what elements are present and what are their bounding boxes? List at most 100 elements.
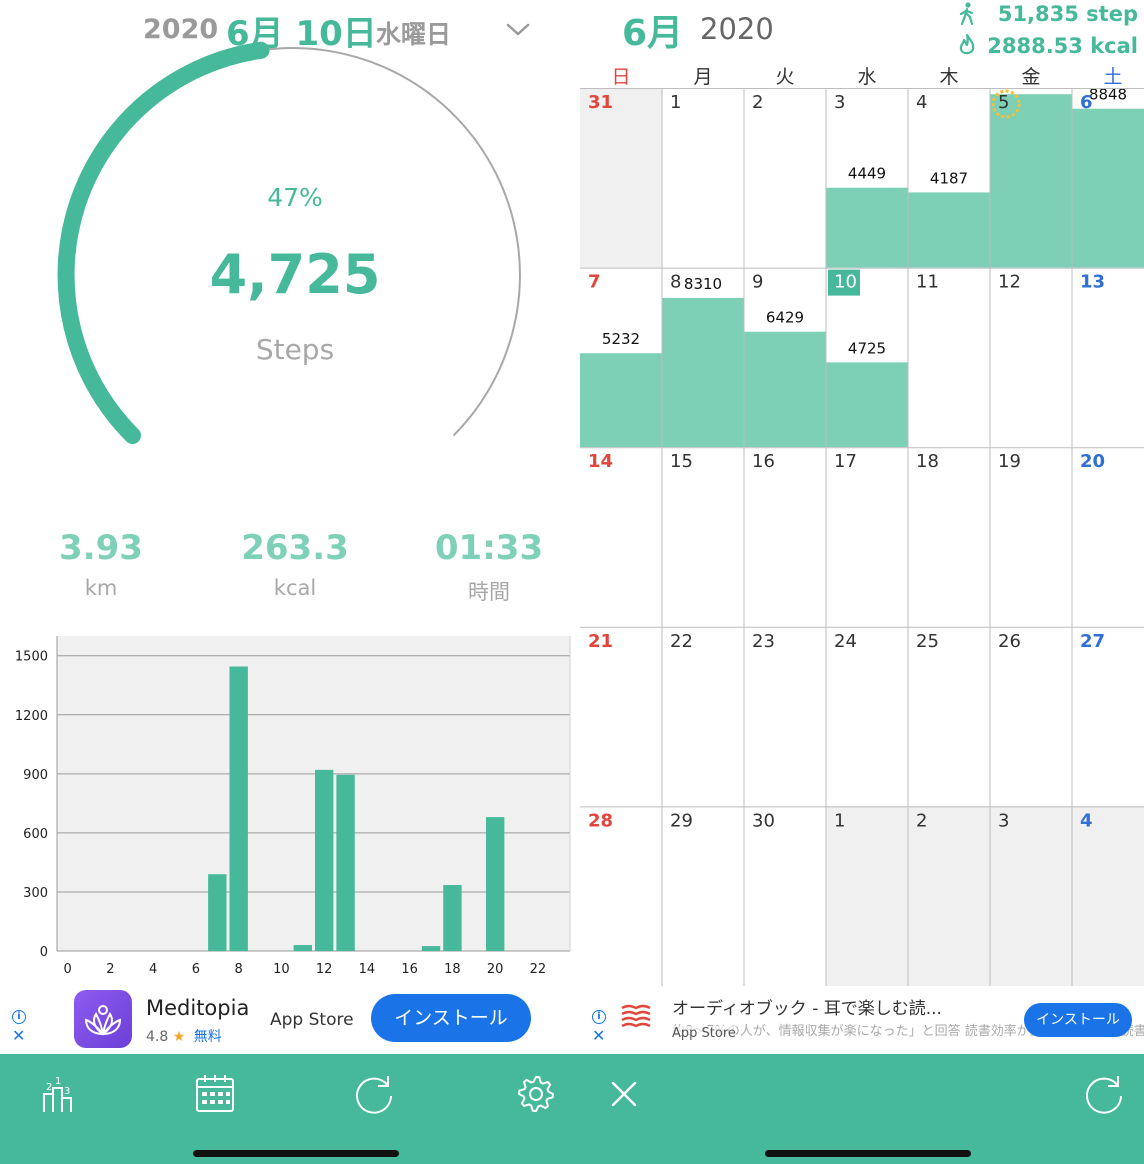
duration-unit: 時間: [468, 580, 510, 604]
star-icon: ★: [172, 1029, 186, 1045]
day-number: 29: [670, 810, 693, 831]
x-tick-label: 16: [401, 962, 418, 977]
calendar-day-cell[interactable]: [1072, 447, 1144, 627]
calendar-day-cell[interactable]: [826, 447, 908, 627]
day-step-count: 4725: [848, 339, 886, 357]
y-tick-label: 600: [23, 827, 48, 842]
day-number: 16: [752, 451, 775, 472]
progress-percent: 47%: [267, 183, 323, 212]
ad-banner-audiobook[interactable]: i ✕ オーディオブック - 耳で楽しむ読... 約8〜7%の人が、情報収集が楽…: [580, 990, 1144, 1054]
day-number: 24: [834, 631, 857, 652]
audiobook-app-icon[interactable]: [620, 1002, 652, 1034]
day-number: 7: [588, 272, 601, 293]
calendar-month: 6月: [622, 13, 684, 54]
x-tick-label: 12: [316, 962, 333, 977]
calendar-day-cell[interactable]: [908, 626, 990, 807]
close-icon[interactable]: [602, 1072, 646, 1116]
day-step-count: 4187: [930, 169, 968, 187]
duration-stat: 01:33 時間: [389, 528, 580, 606]
ad-info-icon[interactable]: i: [12, 1010, 26, 1024]
meditopia-app-icon[interactable]: [74, 990, 132, 1048]
day-number: 31: [588, 92, 613, 113]
day-number: 28: [588, 810, 613, 831]
calendar-grid[interactable]: 3112444934187496555884865232783108642994…: [580, 88, 1144, 986]
ad-close-icon[interactable]: ✕: [592, 1028, 605, 1044]
weekday-tue: 火: [775, 66, 795, 88]
ad-install-button[interactable]: インストール: [371, 994, 531, 1042]
calendar-day-cell[interactable]: [990, 447, 1072, 627]
calendar-day-cell[interactable]: [744, 447, 826, 627]
x-tick-label: 0: [64, 962, 72, 977]
ranking-icon[interactable]: 2 1 3: [36, 1072, 80, 1116]
refresh-icon[interactable]: [1082, 1072, 1126, 1116]
ad-info-icon[interactable]: i: [592, 1010, 606, 1024]
ad-close-icon[interactable]: ✕: [12, 1028, 25, 1044]
calendar-day-cell[interactable]: [662, 88, 744, 268]
ad-title[interactable]: オーディオブック - 耳で楽しむ読...: [672, 994, 942, 1019]
calendar-day-cell[interactable]: [826, 626, 908, 807]
calendar-day-cell[interactable]: [662, 806, 744, 986]
calendar-day-cell[interactable]: [580, 626, 662, 807]
calendar-day-cell[interactable]: [580, 806, 662, 986]
y-tick-label: 900: [23, 768, 48, 783]
day-number: 4: [1080, 810, 1093, 831]
gear-icon[interactable]: [514, 1072, 558, 1116]
calendar-icon[interactable]: [193, 1072, 237, 1116]
day-step-count: 6429: [766, 309, 804, 327]
y-tick-label: 1200: [15, 709, 48, 724]
calendar-toolbar: [580, 1054, 1144, 1164]
home-indicator[interactable]: [765, 1150, 971, 1157]
day-number: 8: [670, 272, 681, 293]
x-tick-label: 14: [359, 962, 376, 977]
calendar-day-cell[interactable]: [908, 806, 990, 986]
day-step-bar: [908, 192, 990, 268]
day-number: 6: [1080, 92, 1093, 113]
home-indicator[interactable]: [193, 1150, 399, 1157]
calendar-day-cell[interactable]: [1072, 267, 1144, 448]
step-count: 4,725: [209, 243, 381, 306]
calendar-day-cell[interactable]: [662, 447, 744, 627]
calendar-day-cell[interactable]: [744, 88, 826, 268]
ad-app-name[interactable]: Meditopia: [146, 996, 249, 1020]
svg-text:2: 2: [46, 1082, 52, 1093]
x-tick-label: 10: [273, 962, 290, 977]
calendar-day-cell[interactable]: [580, 88, 662, 268]
day-number: 3: [998, 810, 1009, 831]
day-step-count: 4449: [848, 165, 886, 183]
calendar-day-cell[interactable]: [826, 806, 908, 986]
calendar-day-cell[interactable]: [990, 267, 1072, 448]
weekday-sat: 土: [1103, 66, 1123, 88]
y-tick-label: 1500: [15, 650, 48, 665]
calendar-day-cell[interactable]: [744, 626, 826, 807]
calendar-day-cell[interactable]: [908, 447, 990, 627]
calendar-day-cell[interactable]: [1072, 806, 1144, 986]
calendar-day-cell[interactable]: [662, 626, 744, 807]
lotus-icon: [84, 1005, 122, 1036]
total-steps: 51,835 step: [997, 2, 1138, 26]
step-unit: Steps: [255, 333, 335, 366]
x-tick-label: 4: [149, 962, 157, 977]
day-number: 18: [916, 451, 939, 472]
calendar-day-cell[interactable]: [744, 806, 826, 986]
calories-value: 263.3: [241, 528, 349, 568]
calendar-day-cell[interactable]: [990, 626, 1072, 807]
ad-store-label: App Store: [672, 1026, 736, 1041]
calendar-day-cell[interactable]: [908, 267, 990, 448]
x-tick-label: 22: [530, 962, 547, 977]
calendar-day-cell[interactable]: [580, 447, 662, 627]
calendar-day-cell[interactable]: [1072, 626, 1144, 807]
ad-rating-line: 4.8 ★ 無料: [146, 1026, 222, 1046]
day-step-bar: [580, 353, 662, 448]
hourly-bar: [229, 666, 248, 951]
ad-install-button[interactable]: インストール: [1024, 1003, 1132, 1037]
calendar-day-cell[interactable]: [990, 806, 1072, 986]
day-number: 12: [998, 272, 1021, 293]
x-tick-label: 18: [444, 962, 461, 977]
ad-banner-meditopia[interactable]: i ✕ Meditopia 4.8 ★ 無料 App Store インストール: [0, 990, 580, 1054]
ad-rating-value: 4.8: [146, 1029, 169, 1045]
day-step-count: 5232: [602, 330, 640, 348]
x-tick-label: 20: [487, 962, 504, 977]
refresh-icon[interactable]: [352, 1072, 396, 1116]
distance-unit: km: [84, 576, 118, 600]
bottom-toolbar: 2 1 3: [0, 1054, 580, 1164]
